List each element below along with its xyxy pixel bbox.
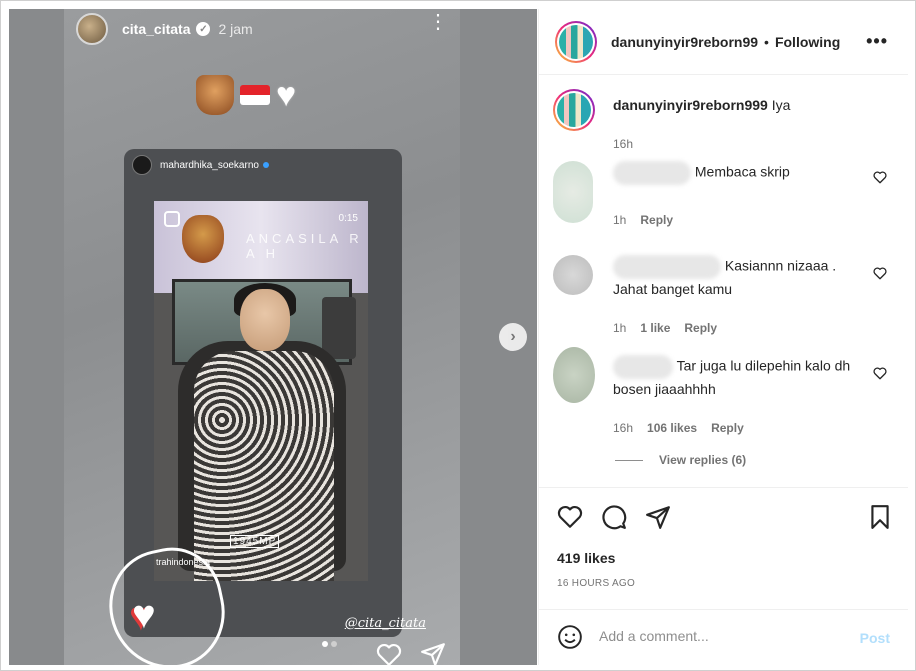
avatar[interactable] bbox=[553, 255, 593, 295]
media-viewer: cita_citata ✓ 2 jam ⋮ ♥ mahardhika_soeka… bbox=[9, 9, 537, 665]
indonesia-flag-emoji bbox=[240, 85, 270, 105]
heart-icon[interactable] bbox=[873, 267, 887, 280]
heart-icon[interactable] bbox=[557, 504, 583, 530]
caption-avatar[interactable] bbox=[553, 89, 595, 131]
comment-body: Membaca skrip bbox=[694, 163, 790, 180]
heart-icon[interactable] bbox=[873, 171, 887, 184]
comment-meta: 16h 106 likes Reply bbox=[613, 421, 744, 435]
caption-body: Iya bbox=[771, 97, 791, 113]
author-avatar[interactable] bbox=[555, 20, 597, 63]
bookmark-icon[interactable] bbox=[867, 504, 893, 530]
chevron-right-icon: › bbox=[510, 328, 516, 345]
more-options-icon[interactable]: ••• bbox=[866, 31, 888, 52]
studio-speaker bbox=[322, 297, 356, 359]
post-actions: 419 likes 16 HOURS AGO bbox=[539, 487, 908, 599]
paper-plane-icon[interactable] bbox=[420, 641, 446, 665]
story-username[interactable]: cita_citata bbox=[122, 21, 190, 37]
post-panel: danunyinyir9reborn99 • Following ••• dan… bbox=[538, 9, 908, 665]
comment-icon[interactable] bbox=[601, 504, 627, 530]
comment-meta: 1h Reply bbox=[613, 213, 673, 227]
comment-likes[interactable]: 106 likes bbox=[647, 421, 697, 435]
story-avatar[interactable] bbox=[76, 13, 108, 45]
window-frame: cita_citata ✓ 2 jam ⋮ ♥ mahardhika_soeka… bbox=[0, 0, 916, 671]
divider bbox=[615, 459, 643, 461]
reply-button[interactable]: Reply bbox=[711, 421, 744, 435]
carousel-dot bbox=[331, 641, 337, 647]
heart-icon[interactable] bbox=[376, 643, 402, 665]
garuda-logo bbox=[182, 215, 224, 263]
caption: danunyinyir9reborn999 Iya 16h bbox=[553, 89, 893, 151]
paper-plane-icon[interactable] bbox=[645, 504, 671, 530]
view-replies-label: View replies (6) bbox=[659, 453, 747, 467]
avatar[interactable] bbox=[553, 161, 593, 223]
likes-count[interactable]: 419 likes bbox=[557, 550, 615, 566]
comment-time: 1h bbox=[613, 321, 627, 335]
comment-text: Kasiannn nizaaa . Jahat banget kamu bbox=[613, 255, 863, 299]
mention-sticker[interactable]: @cita_citata bbox=[345, 616, 426, 631]
avatar[interactable] bbox=[553, 347, 595, 403]
comment-text: Tar juga lu dilepehin kalo dh bosen jiaa… bbox=[613, 355, 863, 399]
video-duration: 0:15 bbox=[338, 213, 358, 224]
following-button[interactable]: Following bbox=[775, 34, 840, 50]
blurred-username bbox=[613, 355, 673, 379]
repost-avatar bbox=[132, 155, 152, 175]
comment-meta: 1h 1 like Reply bbox=[613, 321, 717, 335]
white-heart-emoji: ♥ bbox=[276, 76, 297, 114]
heart-sticker: ♥ bbox=[132, 593, 156, 637]
post-button[interactable]: Post bbox=[860, 630, 890, 646]
list-item: Membaca skrip 1h Reply bbox=[553, 161, 893, 227]
video-banner: ANCASILA R A H bbox=[246, 231, 363, 261]
author-username[interactable]: danunyinyir9reborn99 bbox=[611, 34, 758, 50]
comment-input[interactable] bbox=[599, 628, 839, 644]
blurred-username bbox=[613, 161, 691, 185]
emoji-icon[interactable] bbox=[557, 624, 583, 650]
repost-username: mahardhika_soekarno bbox=[160, 159, 259, 171]
story-time: 2 jam bbox=[218, 21, 253, 37]
story-emoji-row: ♥ bbox=[196, 75, 296, 115]
carousel-dots bbox=[322, 641, 337, 647]
video-watermark: 1945MP bbox=[230, 535, 280, 548]
add-comment-bar: Post bbox=[539, 609, 908, 665]
verified-icon bbox=[262, 162, 269, 168]
heart-icon[interactable] bbox=[873, 367, 887, 380]
caption-time: 16h bbox=[613, 137, 634, 151]
caption-username[interactable]: danunyinyir9reborn999 bbox=[613, 97, 768, 113]
story-screenshot: cita_citata ✓ 2 jam ⋮ ♥ mahardhika_soeka… bbox=[64, 9, 460, 665]
next-button[interactable]: › bbox=[499, 323, 527, 351]
post-header: danunyinyir9reborn99 • Following ••• bbox=[539, 9, 908, 75]
story-header: cita_citata ✓ 2 jam ⋮ bbox=[76, 12, 450, 45]
caption-meta: 16h bbox=[613, 137, 633, 151]
list-item: Tar juga lu dilepehin kalo dh bosen jiaa… bbox=[553, 347, 893, 437]
reel-icon bbox=[164, 211, 180, 227]
comment-likes[interactable]: 1 like bbox=[640, 321, 670, 335]
garuda-emoji bbox=[196, 75, 234, 115]
carousel-dot-active bbox=[322, 641, 328, 647]
more-vertical-icon[interactable]: ⋮ bbox=[428, 12, 448, 32]
reel-video[interactable]: 0:15 ANCASILA R A H 1945MP bbox=[154, 201, 368, 581]
list-item: Kasiannn nizaaa . Jahat banget kamu 1h 1… bbox=[553, 247, 893, 337]
comment-time: 1h bbox=[613, 213, 627, 227]
post-timestamp: 16 HOURS AGO bbox=[557, 578, 636, 589]
view-replies-button[interactable]: View replies (6) bbox=[615, 453, 746, 467]
blurred-username bbox=[613, 255, 721, 279]
caption-text: danunyinyir9reborn999 Iya bbox=[613, 95, 863, 115]
reply-button[interactable]: Reply bbox=[640, 213, 673, 227]
reply-button[interactable]: Reply bbox=[684, 321, 717, 335]
comment-time: 16h bbox=[613, 421, 634, 435]
separator-dot: • bbox=[764, 33, 769, 50]
comments-list: danunyinyir9reborn999 Iya 16h Membaca sk… bbox=[539, 75, 908, 487]
repost-header: mahardhika_soekarno bbox=[132, 155, 269, 175]
person-head bbox=[240, 289, 290, 351]
verified-icon: ✓ bbox=[196, 22, 211, 36]
comment-text: Membaca skrip bbox=[613, 161, 863, 185]
